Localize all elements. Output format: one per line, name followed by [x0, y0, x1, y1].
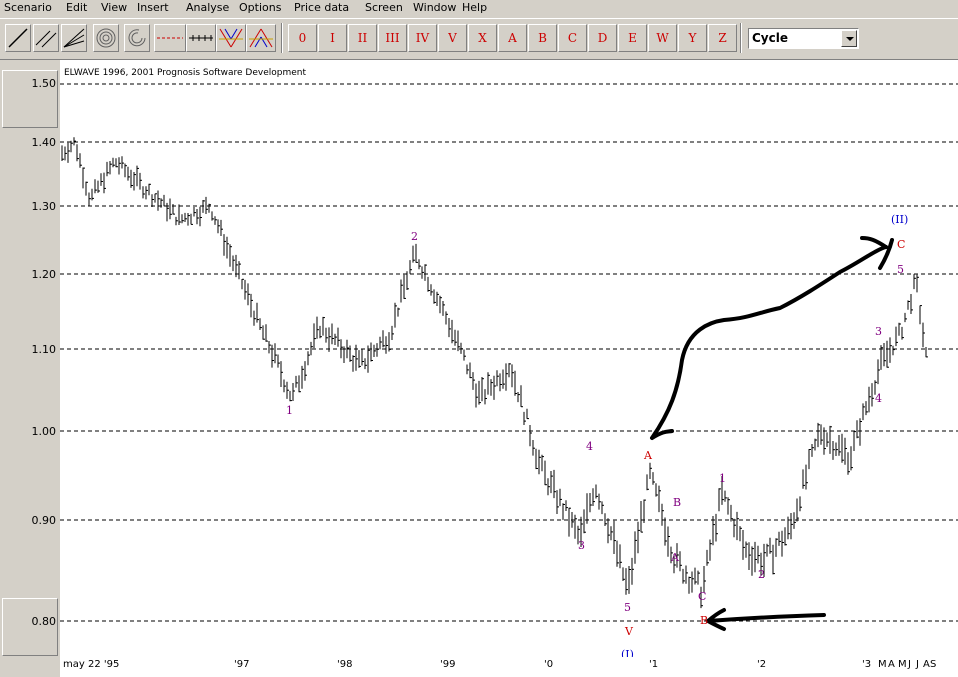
y-axis-panel: 1.50 1.40 1.30 1.20 1.10 1.00 0.90 0.80 — [0, 60, 61, 668]
wave-label-3-circled: 3 — [578, 539, 585, 552]
wave-label-C: C — [897, 238, 906, 251]
menu-options[interactable]: Options — [239, 1, 281, 14]
chevron-down-icon[interactable] — [841, 30, 857, 47]
arc-tool-icon[interactable] — [124, 24, 150, 52]
x-tick-label: M — [898, 659, 907, 670]
wave-label-4-circled: 4 — [586, 440, 593, 453]
x-tick-label: J — [916, 659, 919, 670]
wave-button-x[interactable]: X — [468, 24, 497, 52]
wave-label-A: A — [644, 449, 652, 462]
wave-label-4-circled-b: 4 — [875, 392, 882, 405]
y-tick-label: 1.50 — [31, 77, 57, 90]
wave-label-A-circled: A — [671, 551, 679, 564]
toolbar: 0 I II III IV V X A B C D E W Y Z Cycle — [0, 18, 958, 60]
time-extension-icon[interactable] — [186, 24, 216, 52]
wave-button-a[interactable]: A — [498, 24, 527, 52]
wave-label-B: B — [700, 614, 709, 627]
menu-price-data[interactable]: Price data — [294, 1, 349, 14]
y-tick-label: 1.10 — [31, 343, 57, 356]
y-tick-label: 1.00 — [31, 425, 57, 438]
menu-scenario[interactable]: Scenario — [4, 1, 52, 14]
x-tick-label: '2 — [757, 659, 767, 670]
parallel-lines-icon[interactable] — [33, 24, 59, 52]
chart-background — [60, 60, 958, 657]
menu-screen[interactable]: Screen — [365, 1, 403, 14]
wave-button-c[interactable]: C — [558, 24, 587, 52]
menu-window[interactable]: Window — [413, 1, 456, 14]
wave-label-5-circled-b: 5 — [897, 263, 904, 276]
wave-button-z[interactable]: Z — [708, 24, 737, 52]
x-tick-label: '0 — [544, 659, 554, 670]
y-tick-label: 1.30 — [31, 200, 57, 213]
menu-view[interactable]: View — [101, 1, 127, 14]
y-tick-label: 0.80 — [31, 615, 57, 628]
wave-button-i[interactable]: I — [318, 24, 347, 52]
wave-label-V: V — [625, 625, 633, 638]
x-tick-label: may 22 '95 — [63, 659, 120, 670]
wave-button-iv[interactable]: IV — [408, 24, 437, 52]
menu-edit[interactable]: Edit — [66, 1, 87, 14]
x-tick-label: J — [908, 659, 911, 670]
line-tool-icon[interactable] — [5, 24, 31, 52]
copyright-text: ELWAVE 1996, 2001 Prognosis Software Dev… — [64, 68, 307, 78]
wave-button-d[interactable]: D — [588, 24, 617, 52]
menu-insert[interactable]: Insert — [137, 1, 169, 14]
x-tick-label: '99 — [440, 659, 456, 670]
x-tick-label: S — [930, 659, 937, 670]
wave-label-1-circled-b: 1 — [719, 472, 726, 485]
wave-label-3-circled-b: 3 — [875, 325, 882, 338]
x-tick-label: '97 — [234, 659, 250, 670]
toolbar-separator — [740, 23, 742, 53]
wave-button-e[interactable]: E — [618, 24, 647, 52]
price-chart[interactable] — [60, 60, 958, 657]
menu-bar: Scenario Edit View Insert Analyse Option… — [0, 0, 958, 17]
wave-label-B-circled: B — [673, 496, 682, 509]
y-tick-label: 1.20 — [31, 268, 57, 281]
wave-button-w[interactable]: W — [648, 24, 677, 52]
x-tick-label: A — [888, 659, 895, 670]
wave-button-y[interactable]: Y — [678, 24, 707, 52]
wave-button-iii[interactable]: III — [378, 24, 407, 52]
wave-label-1-circled: 1 — [286, 404, 293, 417]
fan-lines-icon[interactable] — [61, 24, 87, 52]
wave-label-C-circled: C — [698, 590, 707, 603]
fibonacci-circles-icon[interactable] — [93, 24, 119, 52]
wave-label-2-circled: 2 — [411, 230, 418, 243]
channel-a-icon[interactable] — [246, 24, 276, 52]
x-axis: may 22 '95 '97 '98 '99 '0 '1 '2 '3 M A M… — [60, 657, 958, 677]
menu-analyse[interactable]: Analyse — [186, 1, 229, 14]
x-tick-label: A — [923, 659, 930, 670]
y-tick-label: 0.90 — [31, 514, 57, 527]
x-tick-label: '1 — [649, 659, 659, 670]
wave-button-0[interactable]: 0 — [288, 24, 317, 52]
wave-label-5-circled: 5 — [624, 601, 631, 614]
degree-select[interactable]: Cycle — [748, 28, 859, 49]
degree-select-value: Cycle — [752, 31, 788, 45]
x-tick-label: M — [878, 659, 887, 670]
toolbar-separator — [281, 23, 283, 53]
menu-help[interactable]: Help — [462, 1, 487, 14]
x-tick-label: '3 — [862, 659, 872, 670]
channel-v-icon[interactable] — [216, 24, 246, 52]
wave-label-2-circled-b: 2 — [758, 568, 765, 581]
wave-button-ii[interactable]: II — [348, 24, 377, 52]
wave-button-v[interactable]: V — [438, 24, 467, 52]
y-tick-label: 1.40 — [31, 136, 57, 149]
retracement-lines-icon[interactable] — [154, 24, 186, 52]
wave-label-II-paren: (II) — [891, 213, 909, 226]
wave-button-b[interactable]: B — [528, 24, 557, 52]
x-tick-label: '98 — [337, 659, 353, 670]
